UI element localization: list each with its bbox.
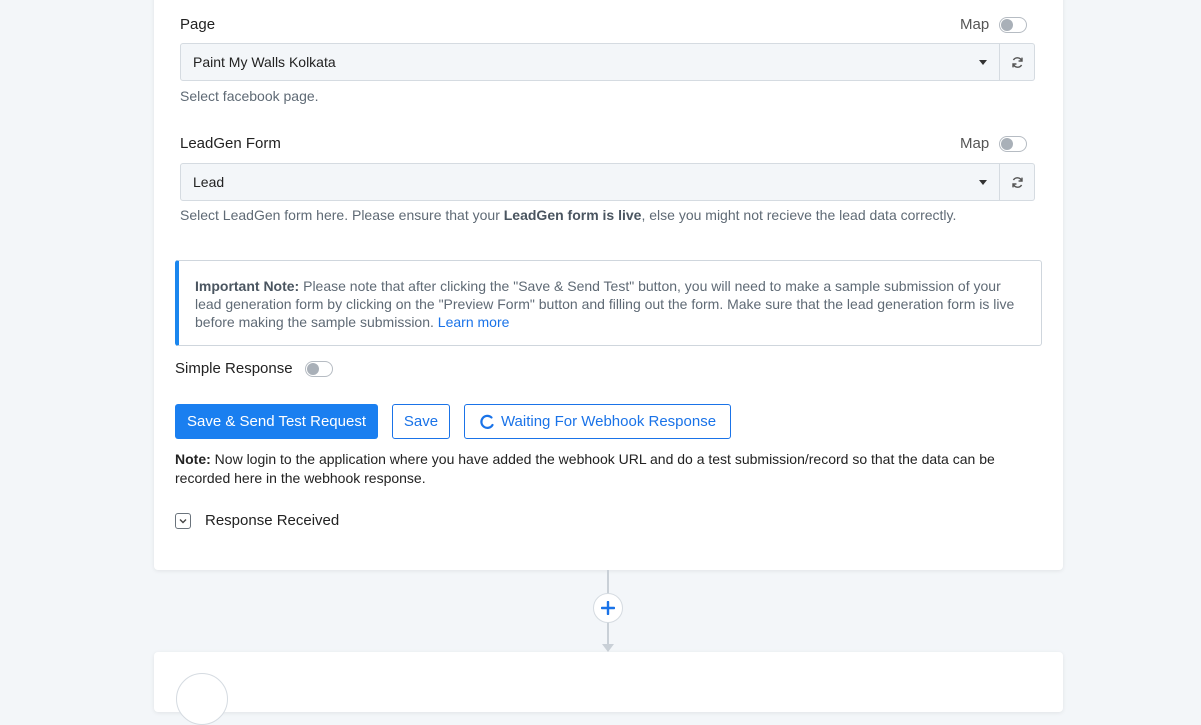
leadgen-help-text: Select LeadGen form here. Please ensure … [180, 207, 956, 223]
response-received-label: Response Received [205, 512, 340, 529]
page-map-label: Map [960, 16, 990, 33]
add-step-button[interactable] [593, 593, 623, 623]
next-step-card[interactable] [154, 652, 1063, 725]
refresh-icon [1011, 56, 1023, 68]
page-select[interactable]: Paint My Walls Kolkata [180, 43, 1000, 81]
leadgen-help-bold: LeadGen form is live [503, 207, 642, 223]
page-map-toggle[interactable] [999, 16, 1028, 33]
simple-response-label: Simple Response [175, 360, 293, 377]
leadgen-select-value: Lead [193, 174, 225, 190]
save-send-test-button[interactable]: Save & Send Test Request [175, 404, 378, 439]
page-help-text: Select facebook page. [180, 88, 319, 104]
app-logo-circle [176, 673, 228, 725]
important-note-title: Important Note: [195, 278, 300, 294]
page-map-toggle-group: Map [960, 16, 1028, 33]
caret-down-icon [979, 60, 987, 65]
important-note-text: Please note that after clicking the "Sav… [195, 278, 1015, 330]
simple-response-row: Simple Response [175, 360, 333, 377]
page-label: Page [180, 16, 216, 33]
waiting-webhook-label: Waiting For Webhook Response [500, 413, 717, 430]
leadgen-map-label: Map [960, 135, 990, 152]
spinner-icon [480, 414, 494, 429]
leadgen-help-suffix: , else you might not recieve the lead da… [641, 207, 957, 223]
waiting-webhook-button[interactable]: Waiting For Webhook Response [464, 404, 731, 439]
important-note-box: Important Note: Please note that after c… [175, 260, 1042, 346]
learn-more-link[interactable]: Learn more [438, 314, 510, 330]
leadgen-map-toggle-group: Map [960, 135, 1028, 152]
arrow-down-icon [602, 644, 614, 652]
leadgen-refresh-button[interactable] [1000, 163, 1035, 201]
simple-response-toggle[interactable] [304, 360, 333, 377]
toggle-knob [1001, 137, 1014, 150]
plus-icon [601, 601, 615, 615]
toggle-knob [306, 362, 319, 375]
response-received-row[interactable]: Response Received [175, 512, 339, 529]
webhook-note-title: Note: [175, 451, 211, 467]
leadgen-select[interactable]: Lead [180, 163, 1000, 201]
caret-down-icon [979, 180, 987, 185]
page-refresh-button[interactable] [1000, 43, 1035, 81]
toggle-knob [1001, 18, 1014, 31]
webhook-note-text: Now login to the application where you h… [175, 451, 995, 486]
step-card: Page Map Paint My Walls Kolkata Select f… [154, 0, 1063, 570]
leadgen-map-toggle[interactable] [999, 135, 1028, 152]
webhook-note: Note: Now login to the application where… [175, 450, 1045, 488]
chevron-down-icon[interactable] [175, 512, 191, 529]
save-button[interactable]: Save [392, 404, 450, 439]
leadgen-help-prefix: Select LeadGen form here. Please ensure … [180, 207, 504, 223]
leadgen-label: LeadGen Form [180, 135, 281, 152]
page-select-value: Paint My Walls Kolkata [193, 54, 336, 70]
refresh-icon [1011, 176, 1023, 188]
